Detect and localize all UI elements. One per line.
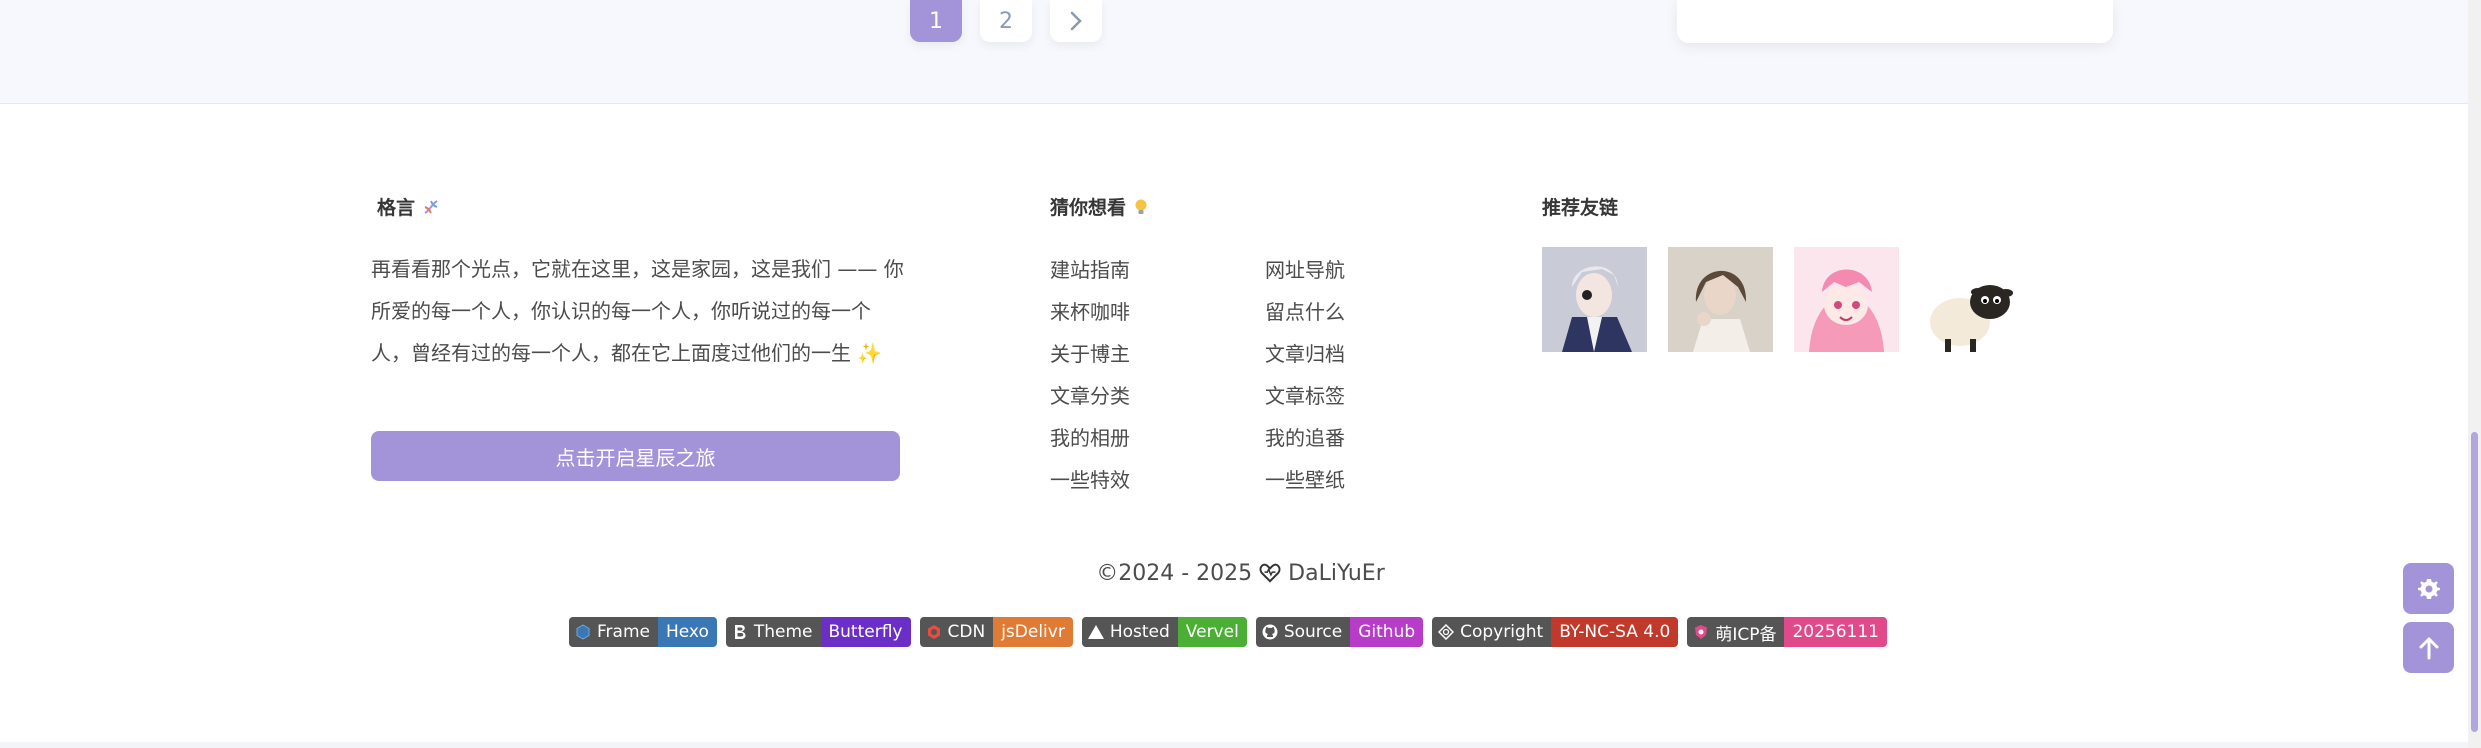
nav-link-coffee[interactable]: 来杯咖啡 (1050, 296, 1130, 325)
nav-link-anime[interactable]: 我的追番 (1265, 422, 1345, 451)
back-to-top-button[interactable] (2403, 622, 2454, 673)
settings-button[interactable] (2403, 563, 2454, 614)
badge-frame[interactable]: Frame Hexo (569, 617, 717, 647)
nav-link-about[interactable]: 关于博主 (1050, 338, 1130, 367)
badge-hosted[interactable]: Hosted Vervel (1081, 617, 1247, 647)
butterfly-b-icon (734, 625, 746, 639)
friends-title: 推荐友链 (1542, 197, 1619, 219)
badge-copyright[interactable]: Copyright BY-NC-SA 4.0 (1432, 617, 1679, 647)
copyright-author: DaLiYuEr (1288, 560, 1385, 586)
sparkle-icon: ✨ (857, 341, 883, 365)
motto-title: 格言 (377, 193, 440, 220)
vercel-icon (1087, 625, 1104, 639)
nav-link-effects[interactable]: 一些特效 (1050, 464, 1130, 493)
friend-avatar-3[interactable] (1794, 247, 1899, 352)
badge-source[interactable]: Source Github (1255, 617, 1424, 647)
gear-icon (2417, 578, 2440, 599)
friend-avatar-1[interactable] (1542, 247, 1647, 352)
page-2-button[interactable]: 2 (980, 0, 1032, 42)
creative-commons-icon (1438, 624, 1455, 640)
page-number: 1 (929, 8, 943, 34)
bottom-edge (0, 742, 2468, 748)
nav-link-tags[interactable]: 文章标签 (1265, 380, 1345, 409)
nav-link-archive[interactable]: 文章归档 (1265, 338, 1345, 367)
badge-cdn[interactable]: CDN jsDelivr (919, 617, 1073, 647)
github-icon (1262, 624, 1278, 640)
badge-icp[interactable]: 萌ICP备 20256111 (1687, 617, 1887, 647)
nav-link-album[interactable]: 我的相册 (1050, 422, 1130, 451)
page-1-button[interactable]: 1 (910, 0, 962, 42)
copyright-years: ©2024 - 2025 (1096, 560, 1253, 586)
arrow-up-icon (2419, 637, 2438, 659)
nav-link-categories[interactable]: 文章分类 (1050, 380, 1130, 409)
bulb-icon (1135, 199, 1147, 214)
moe-icp-icon (1695, 625, 1708, 639)
friend-avatar-4[interactable] (1920, 247, 2025, 352)
scrollbar-thumb[interactable] (2471, 432, 2478, 732)
start-journey-button[interactable]: 点击开启星辰之旅 (371, 431, 900, 481)
nav-link-wallpapers[interactable]: 一些壁纸 (1265, 464, 1345, 493)
copyright: ©2024 - 2025 DaLiYuEr (0, 560, 2481, 586)
motto-text: 再看看那个光点，它就在这里，这是家园，这是我们 —— 你所爱的每一个人，你认识的… (371, 257, 904, 365)
chevron-right-icon (1070, 11, 1082, 31)
heart-icon (1259, 563, 1281, 583)
friend-avatar-2[interactable] (1668, 247, 1773, 352)
page-number: 2 (999, 8, 1013, 34)
start-journey-label: 点击开启星辰之旅 (555, 445, 716, 470)
nav-link-guestbook[interactable]: 留点什么 (1265, 296, 1345, 325)
guess-title: 猜你想看 (1050, 193, 1149, 220)
sidebar-card (1677, 0, 2113, 43)
hexo-icon (576, 624, 590, 640)
nav-link-build-guide[interactable]: 建站指南 (1050, 254, 1130, 283)
jsdelivr-icon (927, 625, 940, 639)
dna-icon (424, 200, 438, 214)
nav-link-site-nav[interactable]: 网址导航 (1265, 254, 1345, 283)
badge-theme[interactable]: Theme Butterfly (725, 617, 911, 647)
badge-row: Frame Hexo Theme Butterfly CDN jsDelivr … (569, 617, 1887, 647)
next-page-button[interactable] (1050, 0, 1102, 42)
